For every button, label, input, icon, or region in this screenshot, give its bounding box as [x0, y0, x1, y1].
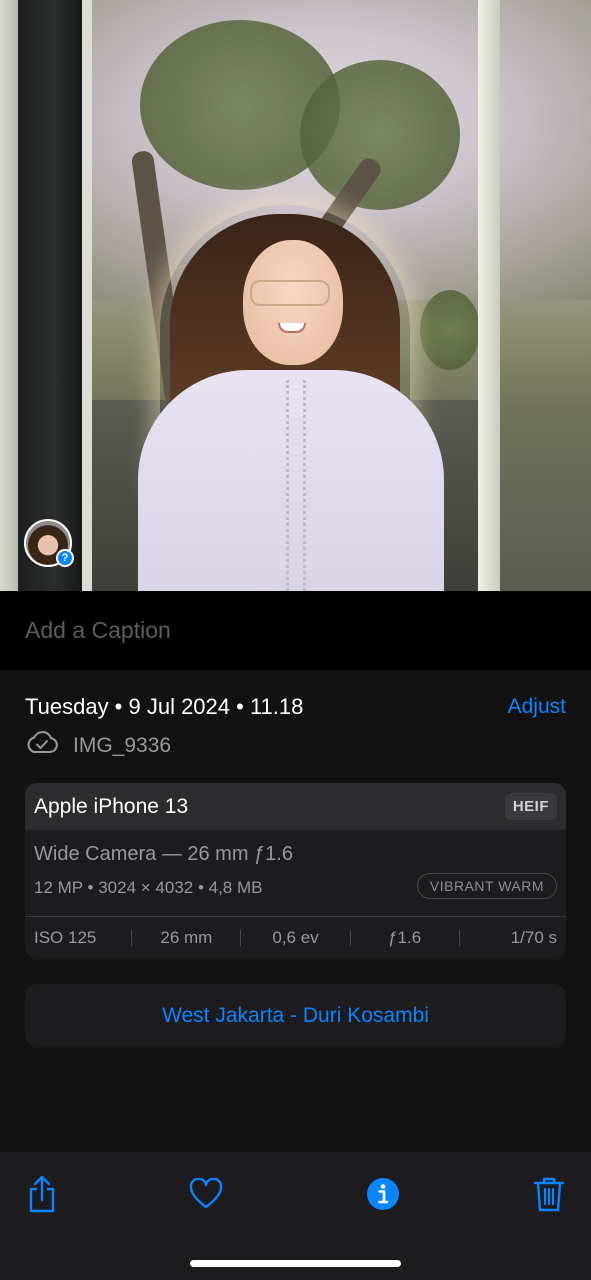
- trash-icon: [532, 1175, 566, 1218]
- window-frame: [82, 0, 92, 591]
- exif-row: ISO 125 26 mm 0,6 ev ƒ1.6 1/70 s: [25, 917, 566, 959]
- window-bar: [18, 0, 82, 591]
- favorite-button[interactable]: [186, 1174, 226, 1218]
- cloud-check-icon: [25, 731, 59, 760]
- subject-glasses: [250, 280, 330, 306]
- photo-view[interactable]: [0, 0, 591, 591]
- unknown-person-badge: ?: [56, 549, 74, 567]
- exif-iso: ISO 125: [34, 928, 97, 947]
- shrub: [420, 290, 480, 370]
- tree-foliage: [300, 60, 460, 210]
- home-indicator[interactable]: [190, 1260, 401, 1267]
- lens-info: Wide Camera — 26 mm ƒ1.6: [34, 843, 293, 865]
- adjust-button[interactable]: Adjust: [508, 695, 566, 719]
- location-label: West Jakarta - Duri Kosambi: [162, 1003, 429, 1027]
- exif-shutter: 1/70 s: [510, 928, 557, 947]
- camera-info-card: Apple iPhone 13 HEIF Wide Camera — 26 mm…: [25, 783, 566, 959]
- caption-placeholder: Add a Caption: [25, 617, 171, 643]
- caption-field[interactable]: Add a Caption: [0, 591, 591, 670]
- format-badge: HEIF: [504, 793, 557, 820]
- window-frame: [0, 0, 20, 591]
- info-button[interactable]: [363, 1174, 403, 1218]
- camera-card-header: Apple iPhone 13 HEIF: [25, 783, 566, 830]
- share-button[interactable]: [22, 1174, 62, 1218]
- exif-aperture: ƒ1.6: [388, 928, 422, 947]
- share-icon: [26, 1174, 58, 1219]
- file-name: IMG_9336: [73, 733, 172, 757]
- window-frame: [478, 0, 500, 591]
- date-row: Tuesday • 9 Jul 2024 • 11.18 Adjust: [25, 694, 566, 720]
- photographic-style-tag: VIBRANT WARM: [416, 873, 557, 899]
- delete-button[interactable]: [529, 1174, 569, 1218]
- camera-device: Apple iPhone 13: [34, 794, 189, 818]
- image-specs: 12 MP • 3024 × 4032 • 4,8 MB: [34, 878, 263, 897]
- file-row: IMG_9336: [25, 731, 171, 760]
- exif-exposure: 0,6 ev: [272, 928, 319, 947]
- shirt-ruffle: [286, 380, 306, 591]
- info-icon: [365, 1176, 401, 1217]
- photo-date: Tuesday • 9 Jul 2024 • 11.18: [25, 694, 304, 719]
- people-face-badge[interactable]: ?: [24, 519, 74, 567]
- location-button[interactable]: West Jakarta - Duri Kosambi: [25, 984, 566, 1047]
- heart-icon: [188, 1176, 224, 1215]
- exif-focal-length: 26 mm: [160, 928, 213, 947]
